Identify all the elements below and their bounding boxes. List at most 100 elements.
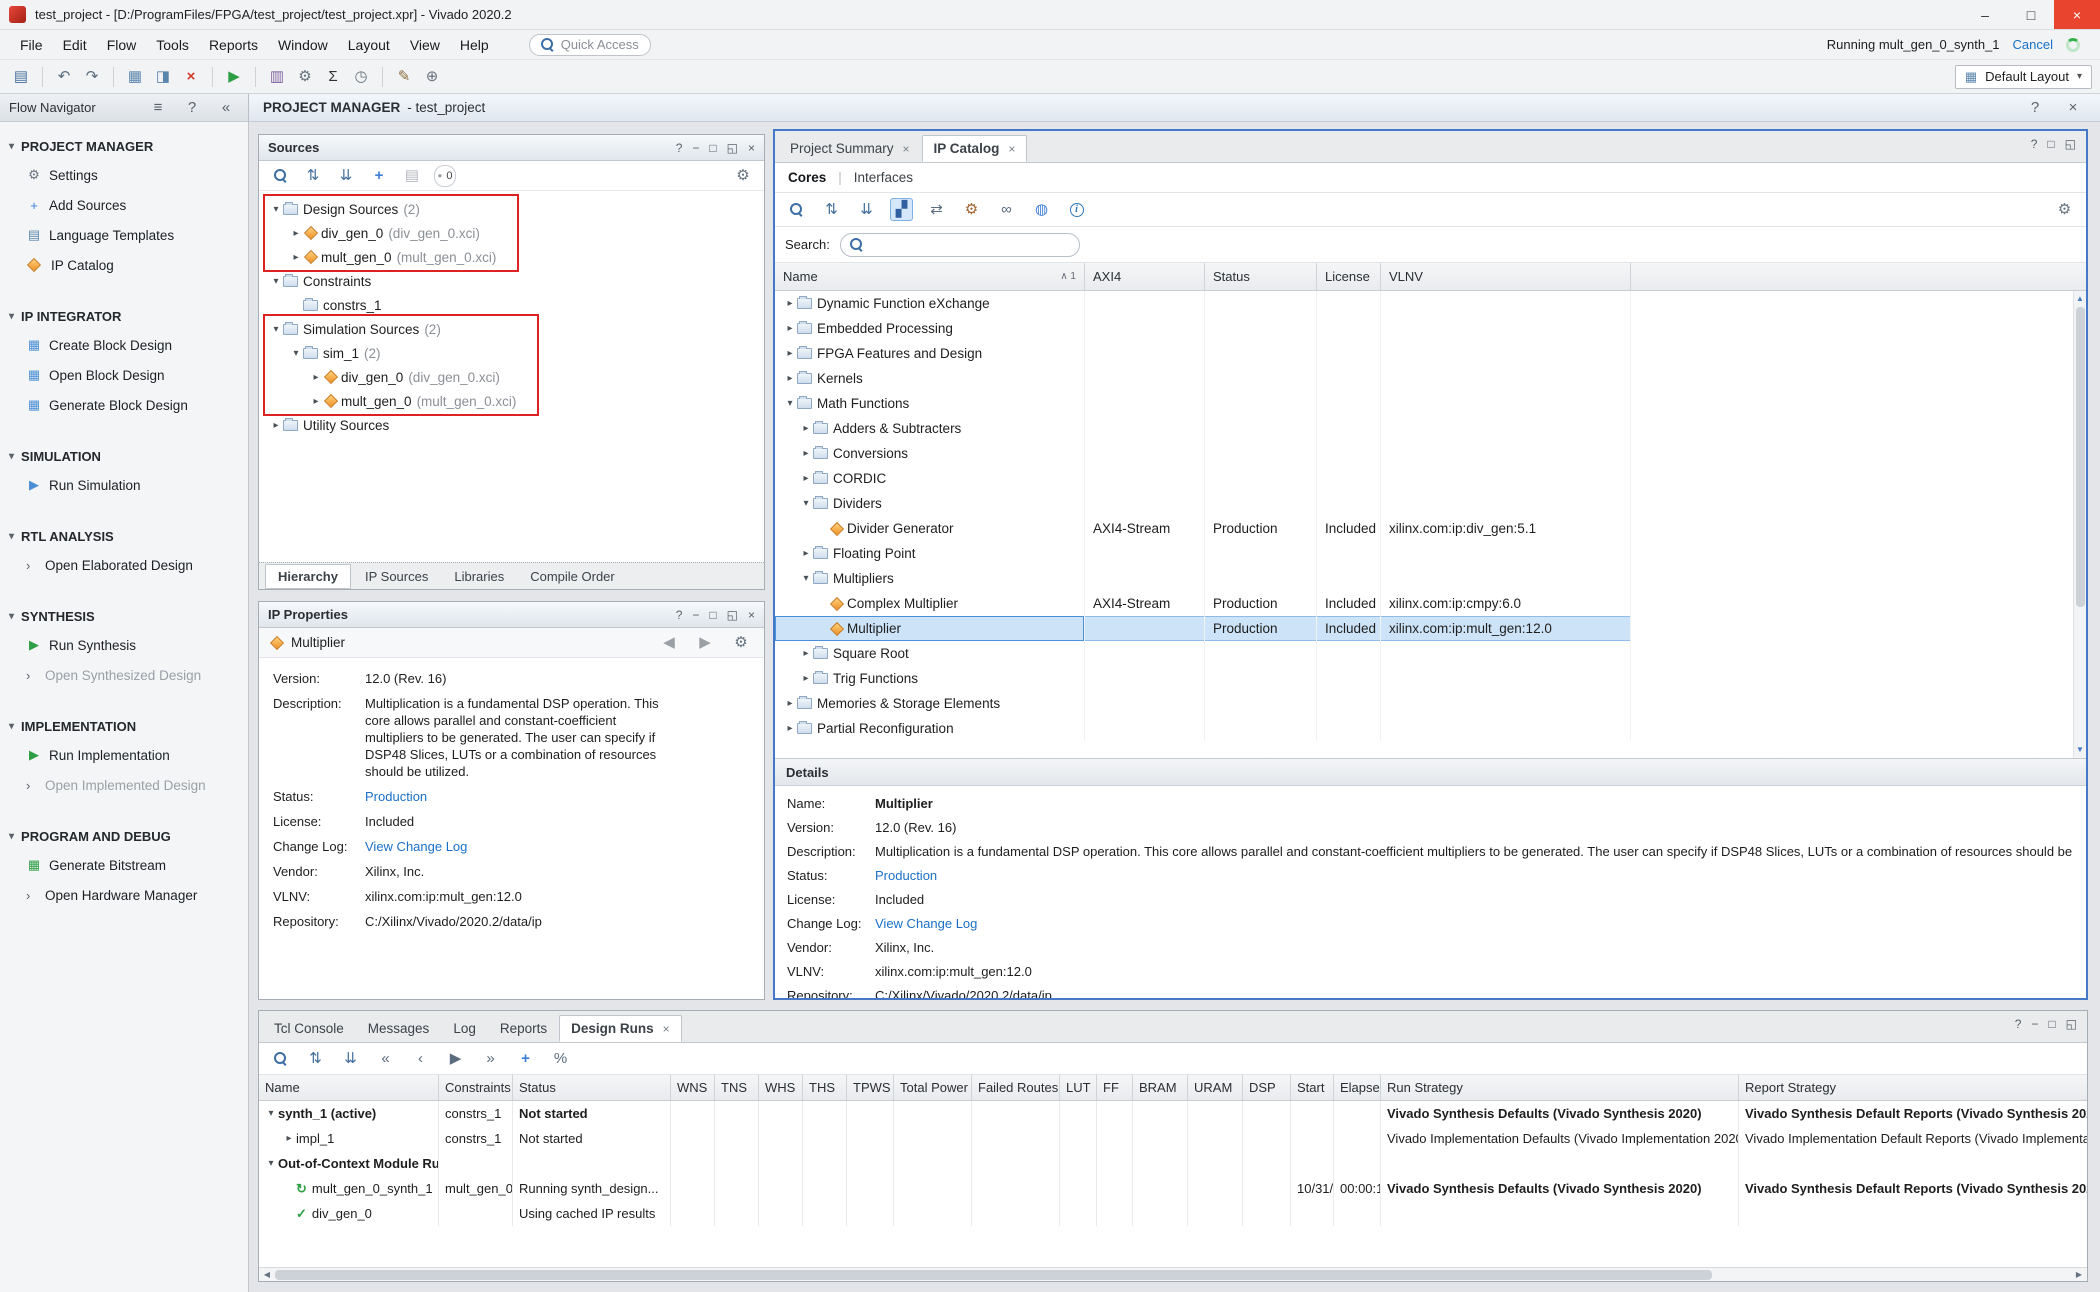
column-header-dsp[interactable]: DSP [1243,1075,1291,1100]
source-item-simulation-sources[interactable]: ▾Simulation Sources(2) [259,317,764,341]
flow-item-generate-block-design[interactable]: ▦Generate Block Design [0,390,248,420]
hierarchy-view-button[interactable]: ▞ [890,198,913,221]
column-header-vlnv[interactable]: VLNV [1381,263,1631,290]
first-button[interactable]: « [374,1047,397,1070]
settings-button[interactable]: ⚙ [292,64,318,90]
add-run-button[interactable]: + [514,1047,537,1070]
collapse-all-button[interactable]: ⇅ [820,198,843,221]
sources-tab-compile-order[interactable]: Compile Order [518,565,627,588]
flow-item-run-synthesis[interactable]: ▶Run Synthesis [0,630,248,660]
column-header-bram[interactable]: BRAM [1133,1075,1188,1100]
flow-section-header-rtl-analysis[interactable]: ▾RTL ANALYSIS [0,522,248,550]
search-button[interactable] [269,1047,292,1070]
sum-button[interactable]: Σ [320,64,346,90]
menu-window[interactable]: Window [268,33,338,57]
sources-tab-hierarchy[interactable]: Hierarchy [265,564,351,589]
expand-arrow-icon[interactable]: ▾ [783,398,797,409]
column-header-start[interactable]: Start [1291,1075,1334,1100]
column-header-total-power[interactable]: Total Power [894,1075,972,1100]
scroll-up-icon[interactable]: ▲ [2076,293,2084,305]
column-header-axi4[interactable]: AXI4 [1085,263,1205,290]
tab-log[interactable]: Log [441,1015,488,1042]
catalog-row-complex-multiplier[interactable]: Complex MultiplierAXI4-StreamProductionI… [775,591,1631,616]
expand-arrow-icon[interactable]: ▸ [783,373,797,384]
column-header-name[interactable]: Name∧ 1 [775,263,1085,290]
expand-arrow-icon[interactable]: ▸ [309,372,323,383]
cancel-link[interactable]: Cancel [2013,37,2053,52]
flow-item-generate-bitstream[interactable]: ▦Generate Bitstream [0,850,248,880]
flow-section-header-program-and-debug[interactable]: ▾PROGRAM AND DEBUG [0,822,248,850]
column-header-name[interactable]: Name [259,1075,439,1100]
minimize-button[interactable]: − [692,608,699,622]
source-item-div-gen-0[interactable]: ▸div_gen_0(div_gen_0.xci) [259,221,764,245]
field-value-link[interactable]: View Change Log [365,838,467,855]
expand-arrow-icon[interactable]: ▸ [783,723,797,734]
expand-all-button[interactable]: ⇊ [855,198,878,221]
expand-arrow-icon[interactable]: ▸ [783,348,797,359]
flow-item-add-sources[interactable]: +Add Sources [0,190,248,220]
catalog-row-partial-reconfiguration[interactable]: ▸Partial Reconfiguration [775,716,1631,741]
source-item-constraints[interactable]: ▾Constraints [259,269,764,293]
column-header-run-strategy[interactable]: Run Strategy [1381,1075,1739,1100]
expand-arrow-icon[interactable]: ▾ [269,204,283,215]
menu-help[interactable]: Help [450,33,499,57]
repository-button[interactable]: ◍ [1030,198,1053,221]
expand-arrow-icon[interactable]: ▸ [799,473,813,484]
expand-arrow-icon[interactable]: ▾ [264,1158,278,1169]
column-header-tns[interactable]: TNS [715,1075,759,1100]
close-button[interactable]: × [2054,0,2100,29]
float-button[interactable]: □ [709,141,716,155]
help-button[interactable]: ? [2022,95,2048,121]
scroll-right-icon[interactable]: ▶ [2073,1270,2085,1279]
run-row-out-of-context-module-runs[interactable]: ▾Out-of-Context Module Runs [259,1151,2087,1176]
save-button[interactable]: ▤ [8,64,34,90]
next-button[interactable]: » [479,1047,502,1070]
redo-button[interactable]: ↷ [79,64,105,90]
run-row-mult-gen-0-synth-1[interactable]: ↻mult_gen_0_synth_1mult_gen_0Running syn… [259,1176,2087,1201]
tab-reports[interactable]: Reports [488,1015,559,1042]
help-button[interactable]: ? [676,141,683,155]
help-button[interactable]: ? [179,95,205,121]
maximize-button[interactable]: □ [2008,0,2054,29]
scroll-down-icon[interactable]: ▼ [2076,744,2084,756]
run-row-synth-1-active[interactable]: ▾synth_1 (active)constrs_1Not startedViv… [259,1101,2087,1126]
search-input[interactable] [869,237,1070,252]
view-interfaces[interactable]: Interfaces [854,170,913,185]
quick-access-search[interactable]: Quick Access [529,34,651,56]
catalog-row-square-root[interactable]: ▸Square Root [775,641,1631,666]
flow-item-open-synthesized-design[interactable]: ›Open Synthesized Design [0,660,248,690]
menu-file[interactable]: File [10,33,53,57]
column-header-ff[interactable]: FF [1097,1075,1133,1100]
tab-tcl-console[interactable]: Tcl Console [262,1015,356,1042]
help-button[interactable]: ? [2015,1017,2022,1031]
column-header-status[interactable]: Status [1205,263,1317,290]
flow-item-open-implemented-design[interactable]: ›Open Implemented Design [0,770,248,800]
column-header-failed-routes[interactable]: Failed Routes [972,1075,1060,1100]
expand-all-button[interactable]: ⇊ [335,165,357,187]
flow-section-header-implementation[interactable]: ▾IMPLEMENTATION [0,712,248,740]
run-button[interactable]: ▶ [221,64,247,90]
catalog-search-box[interactable] [840,233,1080,257]
help-button[interactable]: ? [676,608,683,622]
expand-arrow-icon[interactable]: ▸ [799,648,813,659]
column-header-report-strategy[interactable]: Report Strategy [1739,1075,2088,1100]
maximize-button[interactable]: ◱ [2066,1017,2077,1031]
column-header-wns[interactable]: WNS [671,1075,715,1100]
catalog-scrollbar[interactable]: ▲ ▼ [2073,291,2086,758]
field-value-link[interactable]: Production [875,867,937,884]
customize-button[interactable]: ⚙ [960,198,983,221]
expand-arrow-icon[interactable]: ▾ [264,1108,278,1119]
close-button[interactable]: × [2060,95,2086,121]
maximize-button[interactable]: ◱ [2065,137,2076,151]
scrollbar-thumb[interactable] [2076,307,2085,607]
expand-arrow-icon[interactable]: ▾ [269,276,283,287]
clock-button[interactable]: ◷ [348,64,374,90]
expand-all-button[interactable]: ⇊ [339,1047,362,1070]
minimize-button[interactable]: − [2031,1017,2038,1031]
play-button[interactable]: ▶ [444,1047,467,1070]
probe-button[interactable]: ⊕ [419,64,445,90]
flow-section-header-ip-integrator[interactable]: ▾IP INTEGRATOR [0,302,248,330]
help-button[interactable]: ? [2031,137,2038,151]
close-button[interactable]: × [748,141,755,155]
close-button[interactable]: × [748,608,755,622]
